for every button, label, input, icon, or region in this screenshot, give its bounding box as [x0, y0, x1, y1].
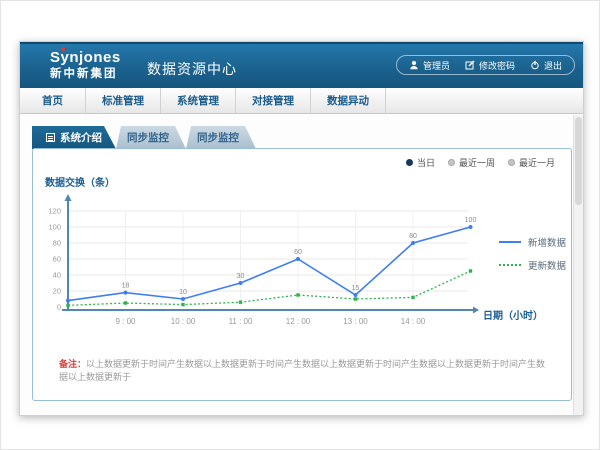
green-dotted-swatch-icon: [499, 264, 521, 266]
nav-item-connect-mgmt[interactable]: 对接管理: [236, 88, 311, 113]
user-icon: [409, 60, 419, 70]
screenshot-canvas: Synjones 新中新集团 数据资源中心 管理员: [0, 0, 600, 450]
svg-text:9 : 00: 9 : 00: [115, 317, 136, 326]
svg-text:80: 80: [409, 233, 417, 240]
chart-legend: 新增数据 更新数据: [499, 235, 566, 272]
svg-text:15: 15: [352, 285, 360, 292]
tab-bar: 系统介绍 同步监控 同步监控: [32, 126, 256, 149]
svg-text:60: 60: [294, 249, 302, 256]
legend-label: 更新数据: [528, 258, 566, 272]
tab-label: 同步监控: [127, 130, 169, 145]
svg-text:13 : 00: 13 : 00: [343, 317, 368, 326]
page-title: 数据资源中心: [147, 59, 237, 79]
vertical-scrollbar[interactable]: [573, 115, 583, 415]
svg-text:80: 80: [53, 239, 61, 248]
svg-text:120: 120: [48, 207, 61, 216]
document-icon: [46, 133, 55, 142]
tab-system-intro[interactable]: 系统介绍: [32, 126, 116, 149]
svg-text:10 : 00: 10 : 00: [171, 317, 196, 326]
scrollbar-thumb[interactable]: [575, 117, 582, 205]
nav-item-system-mgmt[interactable]: 系统管理: [161, 88, 236, 113]
change-password-label: 修改密码: [479, 59, 515, 72]
filter-label: 最近一周: [459, 156, 495, 169]
svg-text:100: 100: [48, 223, 61, 232]
time-range-filters: 当日 最近一周 最近一月: [406, 156, 555, 169]
svg-text:100: 100: [465, 217, 477, 224]
svg-text:20: 20: [53, 287, 61, 296]
filter-today[interactable]: 当日: [406, 156, 435, 169]
radio-selected-icon: [406, 159, 413, 166]
svg-text:18: 18: [122, 283, 130, 290]
logo-subtext: 新中新集团: [50, 68, 121, 81]
content-panel: 当日 最近一周 最近一月 数据交换（条） 0 20 40 60 80 100 120 9 : …: [32, 148, 572, 401]
filter-last-month[interactable]: 最近一月: [508, 156, 555, 169]
tab-label: 系统介绍: [60, 130, 102, 145]
logo-text: Synjones: [50, 50, 121, 67]
logout-button[interactable]: 退出: [530, 59, 562, 72]
edit-icon: [465, 60, 475, 70]
logout-label: 退出: [544, 59, 562, 72]
change-password-button[interactable]: 修改密码: [465, 59, 515, 72]
legend-label: 新增数据: [528, 235, 566, 249]
svg-text:40: 40: [53, 271, 61, 280]
svg-text:30: 30: [237, 273, 245, 280]
y-axis-title: 数据交换（条）: [45, 174, 115, 189]
chart-svg: 0 20 40 60 80 100 120 9 : 00 10 : 00 11 : 00 12 : …: [41, 191, 489, 341]
legend-new-data: 新增数据: [499, 235, 566, 249]
app-header: Synjones 新中新集团 数据资源中心 管理员: [20, 42, 583, 88]
nav-item-home[interactable]: 首页: [20, 88, 86, 113]
radio-unselected-icon: [448, 159, 455, 166]
svg-text:0: 0: [57, 303, 61, 312]
logo-red-dot-icon: [61, 47, 65, 51]
svg-text:60: 60: [53, 255, 61, 264]
filter-last-week[interactable]: 最近一周: [448, 156, 495, 169]
current-user-button[interactable]: 管理员: [409, 59, 450, 72]
svg-text:12 : 00: 12 : 00: [286, 317, 311, 326]
nav-item-data-change[interactable]: 数据异动: [311, 88, 386, 113]
tab-sync-monitor-1[interactable]: 同步监控: [110, 126, 186, 149]
radio-unselected-icon: [508, 159, 515, 166]
filter-label: 当日: [417, 156, 435, 169]
nav-item-standard-mgmt[interactable]: 标准管理: [86, 88, 161, 113]
x-axis-title: 日期（小时）: [483, 307, 543, 322]
svg-text:10: 10: [179, 289, 187, 296]
footnote-text: 以上数据更新于时间产生数据以上数据更新于时间产生数据以上数据更新于时间产生数据以…: [59, 359, 545, 382]
tab-label: 同步监控: [197, 130, 239, 145]
svg-text:11 : 00: 11 : 00: [229, 317, 253, 326]
legend-updated-data: 更新数据: [499, 258, 566, 272]
svg-text:14 : 00: 14 : 00: [401, 317, 426, 326]
power-icon: [530, 60, 540, 70]
footnote: 备注：以上数据更新于时间产生数据以上数据更新于时间产生数据以上数据更新于时间产生…: [59, 358, 554, 383]
filter-label: 最近一月: [519, 156, 555, 169]
company-logo: Synjones 新中新集团: [50, 49, 121, 80]
footnote-prefix: 备注：: [59, 359, 86, 369]
main-nav: 首页 标准管理 系统管理 对接管理 数据异动: [20, 88, 583, 114]
user-label: 管理员: [423, 59, 450, 72]
tab-sync-monitor-2[interactable]: 同步监控: [180, 126, 256, 149]
blue-line-swatch-icon: [499, 241, 521, 243]
user-menu: 管理员 修改密码 退出: [396, 55, 575, 75]
app-window: Synjones 新中新集团 数据资源中心 管理员: [19, 41, 584, 416]
